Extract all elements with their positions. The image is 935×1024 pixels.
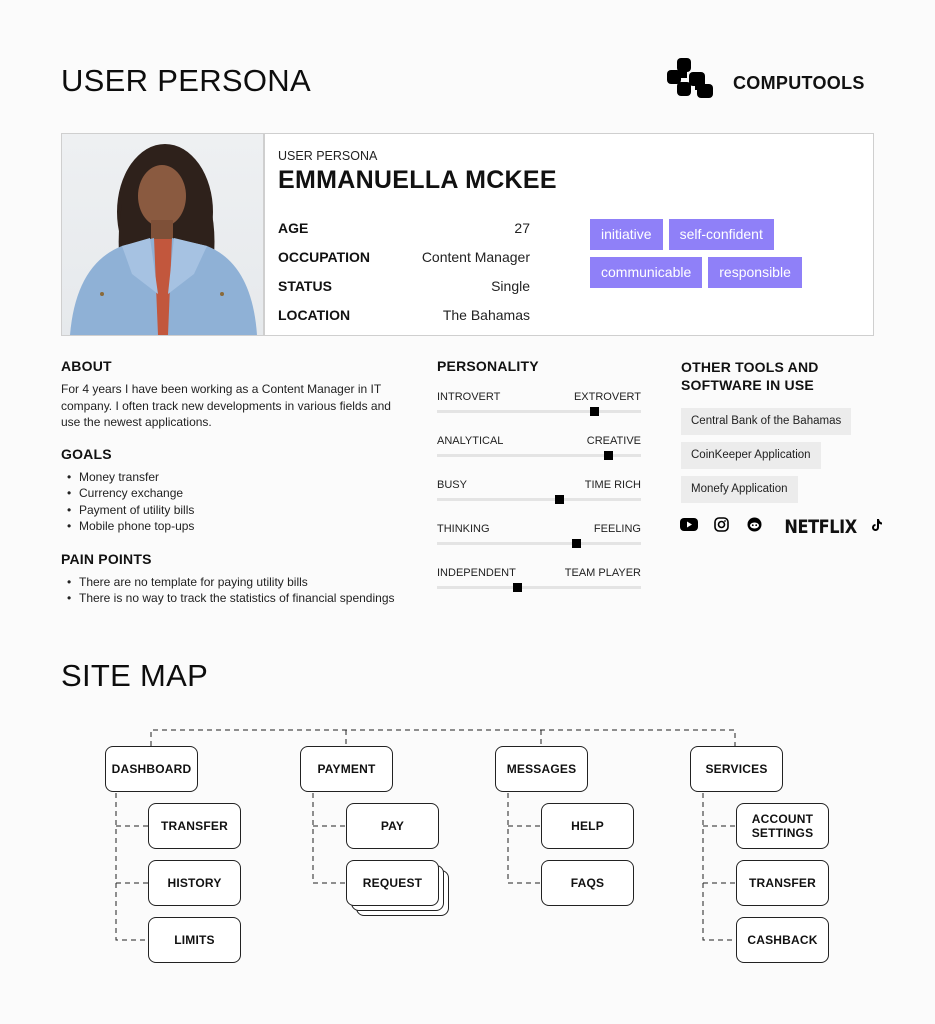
- sitemap-node-cashback[interactable]: CASHBACK: [736, 917, 829, 963]
- sitemap-node-services-transfer[interactable]: TRANSFER: [736, 860, 829, 906]
- connector-top: [150, 729, 736, 746]
- sitemap-node-history[interactable]: HISTORY: [148, 860, 241, 906]
- sitemap-node-pay[interactable]: PAY: [346, 803, 439, 849]
- sitemap-node-faqs[interactable]: FAQS: [541, 860, 634, 906]
- sitemap-node-request[interactable]: REQUEST: [346, 860, 439, 906]
- sitemap-node-limits[interactable]: LIMITS: [148, 917, 241, 963]
- sitemap-node-messages[interactable]: MESSAGES: [495, 746, 588, 792]
- connector-payment-request: [312, 793, 346, 884]
- sitemap-node-account-settings[interactable]: ACCOUNT SETTINGS: [736, 803, 829, 849]
- connector-dashboard: [115, 793, 148, 941]
- sitemap-node-services[interactable]: SERVICES: [690, 746, 783, 792]
- sitemap-node-dashboard[interactable]: DASHBOARD: [105, 746, 198, 792]
- sitemap-node-payment[interactable]: PAYMENT: [300, 746, 393, 792]
- sitemap-node-help[interactable]: HELP: [541, 803, 634, 849]
- sitemap-node-transfer[interactable]: TRANSFER: [148, 803, 241, 849]
- connector-services: [702, 793, 736, 941]
- connector-messages-faqs: [507, 793, 541, 884]
